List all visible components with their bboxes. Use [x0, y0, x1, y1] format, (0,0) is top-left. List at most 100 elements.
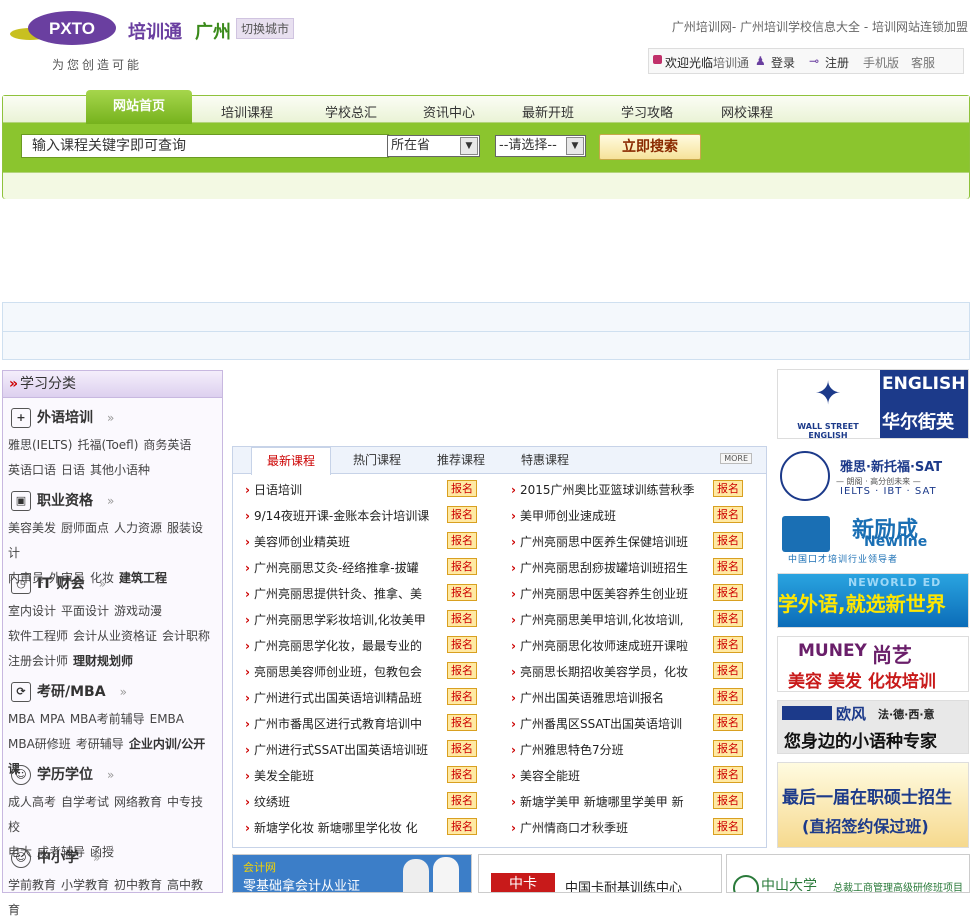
course-item[interactable]: 广州亮丽思提供针灸、推拿、美	[245, 585, 422, 602]
nav-tab-schools[interactable]: 学校总汇	[325, 102, 377, 121]
course-item[interactable]: 广州亮丽思学彩妆培训,化妆美甲	[245, 611, 426, 628]
enroll-button[interactable]: 报名	[713, 714, 743, 731]
ad-muney[interactable]: MUNEY 尚艺 美容 美发 化妆培训	[777, 636, 969, 692]
nav-tab-new-classes[interactable]: 最新开班	[522, 102, 574, 121]
course-item[interactable]: 广州亮丽思中医美容养生创业班	[511, 585, 688, 602]
course-item[interactable]: 广州雅思特色7分班	[511, 741, 624, 758]
ad-master-degree[interactable]: 最后一届在职硕士招生 (直招签约保过班)	[777, 762, 969, 848]
course-item[interactable]: 美甲师创业速成班	[511, 507, 616, 524]
switch-city-button[interactable]: 切换城市	[236, 18, 295, 39]
enroll-button[interactable]: 报名	[447, 688, 477, 705]
enroll-button[interactable]: 报名	[447, 740, 477, 757]
enroll-button[interactable]: 报名	[447, 636, 477, 653]
search-input[interactable]: 输入课程关键字即可查询	[21, 134, 389, 158]
enroll-button[interactable]: 报名	[713, 558, 743, 575]
search-button[interactable]: 立即搜索	[599, 134, 701, 160]
nav-tab-home[interactable]: 网站首页	[86, 90, 192, 124]
category-it-finance[interactable]: ◷ IT 财会»	[11, 573, 106, 594]
course-item[interactable]: 9/14夜班开课-金账本会计培训课	[245, 507, 429, 524]
enroll-button[interactable]: 报名	[713, 766, 743, 783]
chevron-down-icon: ▼	[566, 137, 584, 155]
mobile-link[interactable]: 手机版	[863, 54, 899, 71]
enroll-button[interactable]: 报名	[447, 792, 477, 809]
course-item[interactable]: 美容师创业精英班	[245, 533, 350, 550]
enroll-button[interactable]: 报名	[713, 818, 743, 835]
course-item[interactable]: 广州情商口才秋季班	[511, 819, 628, 836]
course-item[interactable]: 广州进行式出国英语培训精品班	[245, 689, 422, 706]
ad-wall-street-english[interactable]: ✦ WALL STREET ENGLISH ENGLISH 华尔街英语	[777, 369, 969, 439]
province-value: 所在省	[391, 138, 431, 153]
course-item[interactable]: 广州亮丽思美甲培训,化妆培训,	[511, 611, 684, 628]
enroll-button[interactable]: 报名	[447, 714, 477, 731]
enroll-button[interactable]: 报名	[447, 558, 477, 575]
ad-sun-yat-sen[interactable]: 中山大学 总裁工商管理高级研修班项目	[726, 854, 970, 893]
pxto-logo[interactable]: PXTO	[10, 10, 116, 46]
nav-tab-guides[interactable]: 学习攻略	[621, 102, 673, 121]
enroll-button[interactable]: 报名	[713, 480, 743, 497]
plus-icon: +	[11, 408, 31, 428]
enroll-button[interactable]: 报名	[447, 506, 477, 523]
tab-discount-courses[interactable]: 特惠课程	[505, 447, 585, 473]
category-k12[interactable]: ☺ 中小学»	[11, 847, 100, 868]
enroll-button[interactable]: 报名	[713, 688, 743, 705]
enroll-button[interactable]: 报名	[447, 662, 477, 679]
more-button[interactable]: MORE	[720, 453, 752, 464]
province-select[interactable]: 所在省 ▼	[387, 135, 480, 157]
course-item[interactable]: 亮丽思美容师创业班，包教包会	[245, 663, 422, 680]
course-item[interactable]: 广州亮丽思学化妆，最最专业的	[245, 637, 422, 654]
tab-recommended-courses[interactable]: 推荐课程	[421, 447, 501, 473]
course-item[interactable]: 美容全能班	[511, 767, 580, 784]
ad-ielts[interactable]: 雅思·新托福·SAT — 朗阁 · 高分创未来 — IELTS · IBT · …	[777, 447, 969, 503]
category-degree[interactable]: ☺ 学历学位»	[11, 764, 114, 785]
category-professional[interactable]: ▣ 职业资格»	[11, 490, 114, 511]
ad-accounting[interactable]: 会计网 零基础拿会计从业证	[232, 854, 472, 893]
course-item[interactable]: 广州亮丽思艾灸-经络推拿-拔罐	[245, 559, 419, 576]
course-item[interactable]: 广州市番禺区进行式教育培训中	[245, 715, 422, 732]
enroll-button[interactable]: 报名	[713, 610, 743, 627]
enroll-button[interactable]: 报名	[447, 610, 477, 627]
enroll-button[interactable]: 报名	[713, 532, 743, 549]
enroll-button[interactable]: 报名	[713, 662, 743, 679]
category-mba[interactable]: ⟳ 考研/MBA»	[11, 681, 127, 702]
tab-latest-courses[interactable]: 最新课程	[251, 447, 331, 475]
enroll-button[interactable]: 报名	[713, 792, 743, 809]
home-icon	[653, 55, 662, 64]
course-item[interactable]: 广州亮丽思化妆师速成班开课啦	[511, 637, 688, 654]
course-item[interactable]: 广州出国英语雅思培训报名	[511, 689, 664, 706]
tab-hot-courses[interactable]: 热门课程	[337, 447, 417, 473]
register-link[interactable]: 注册	[825, 54, 849, 71]
ad-ouyun[interactable]: 欧风 法·德·西·意 您身边的小语种专家	[777, 700, 969, 754]
enroll-button[interactable]: 报名	[447, 584, 477, 601]
course-item[interactable]: 日语培训	[245, 481, 302, 498]
ad-newline[interactable]: 新励成 Newline 中国口才培训行业领导者	[777, 511, 969, 568]
city-select[interactable]: --请选择-- ▼	[495, 135, 586, 157]
login-link[interactable]: 登录	[771, 54, 795, 71]
nav-tab-online[interactable]: 网校课程	[721, 102, 773, 121]
course-item[interactable]: 广州番禺区SSAT出国英语培训	[511, 715, 682, 732]
ad-carnegie[interactable]: 中卡 中国卡耐基训练中心	[478, 854, 722, 893]
enroll-button[interactable]: 报名	[447, 532, 477, 549]
course-item[interactable]: 新塘学化妆 新塘哪里学化妆 化	[245, 819, 418, 836]
nav-tab-news[interactable]: 资讯中心	[423, 102, 475, 121]
university-emblem-icon	[733, 875, 759, 892]
course-item[interactable]: 美发全能班	[245, 767, 314, 784]
course-item[interactable]: 广州亮丽思刮痧拔罐培训班招生	[511, 559, 688, 576]
course-item[interactable]: 纹绣班	[245, 793, 290, 810]
service-link[interactable]: 客服	[911, 54, 935, 71]
enroll-button[interactable]: 报名	[447, 480, 477, 497]
ad-new-world[interactable]: NEWORLD ED 学外语,就选新世界	[777, 573, 969, 628]
course-item[interactable]: 广州进行式SSAT出国英语培训班	[245, 741, 428, 758]
enroll-button[interactable]: 报名	[713, 636, 743, 653]
enroll-button[interactable]: 报名	[447, 766, 477, 783]
enroll-button[interactable]: 报名	[447, 818, 477, 835]
course-item[interactable]: 亮丽思长期招收美容学员，化妆	[511, 663, 688, 680]
course-item[interactable]: 广州亮丽思中医养生保健培训班	[511, 533, 688, 550]
nav-tab-courses[interactable]: 培训课程	[221, 102, 273, 121]
enroll-button[interactable]: 报名	[713, 740, 743, 757]
course-item[interactable]: 2015广州奥比亚篮球训练营秋季	[511, 481, 695, 498]
course-item[interactable]: 新塘学美甲 新塘哪里学美甲 新	[511, 793, 684, 810]
enroll-button[interactable]: 报名	[713, 506, 743, 523]
category-foreign-language[interactable]: + 外语培训»	[11, 407, 114, 428]
enroll-button[interactable]: 报名	[713, 584, 743, 601]
smiley-icon: ☺	[11, 848, 31, 868]
